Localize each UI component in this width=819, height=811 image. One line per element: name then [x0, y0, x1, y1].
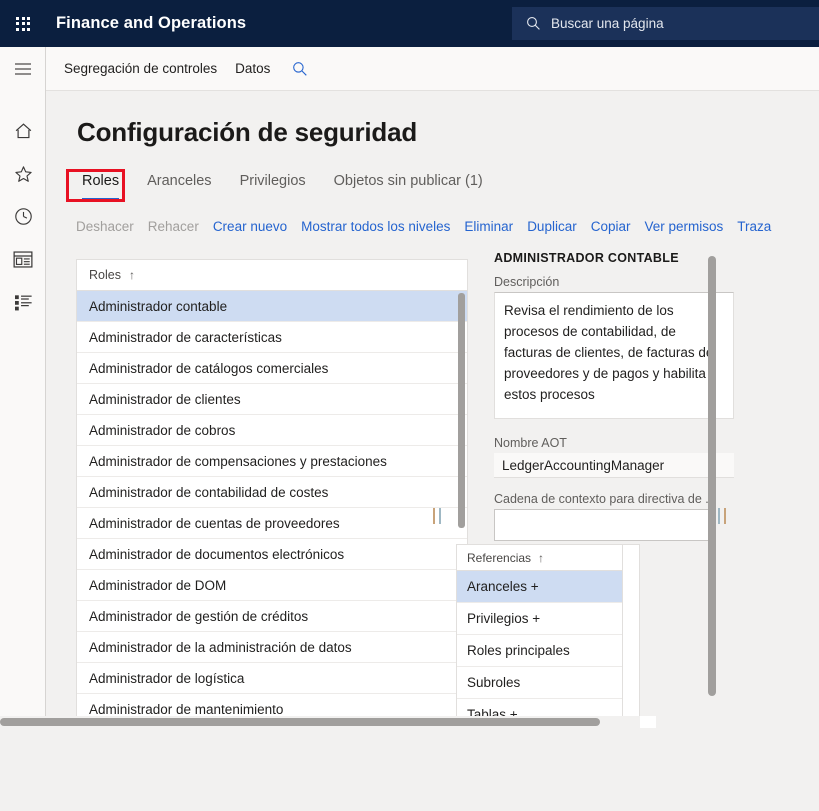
table-row[interactable]: Administrador de clientes: [77, 384, 467, 415]
cadena-contexto-field[interactable]: [494, 509, 716, 541]
app-launcher-grid: [16, 16, 30, 31]
table-row[interactable]: Administrador de cuentas de proveedores: [77, 508, 467, 539]
table-row[interactable]: Administrador de gestión de créditos: [77, 601, 467, 632]
toolbar-traza[interactable]: Traza: [737, 219, 771, 234]
tab-active-underline: [82, 197, 120, 200]
global-search-placeholder: Buscar una página: [551, 16, 664, 31]
tab-roles-label: Roles: [82, 173, 120, 189]
detail-pane-scrollbar[interactable]: [708, 256, 716, 696]
tab-objetos-sin-publicar[interactable]: Objetos sin publicar (1): [320, 170, 497, 192]
table-row[interactable]: Administrador de cobros: [77, 415, 467, 446]
table-row[interactable]: Administrador de compensaciones y presta…: [77, 446, 467, 477]
references-list-filler: [623, 544, 640, 720]
tab-objetos-sin-publicar-label: Objetos sin publicar (1): [333, 173, 483, 189]
clock-icon[interactable]: [0, 195, 46, 238]
app-launcher-icon[interactable]: [0, 0, 46, 47]
sort-ascending-icon: ↑: [128, 268, 135, 282]
rail-spacer: [0, 91, 45, 109]
tab-privilegios[interactable]: Privilegios: [226, 170, 320, 192]
references-list-header-label: Referencias: [467, 550, 532, 565]
roles-list-panel: Roles ↑ Administrador contable Administr…: [76, 259, 468, 719]
toolbar-mostrar-todos-los-niveles[interactable]: Mostrar todos los niveles: [301, 219, 450, 234]
toolbar-duplicar[interactable]: Duplicar: [527, 219, 577, 234]
table-row[interactable]: Administrador de contabilidad de costes: [77, 477, 467, 508]
star-icon[interactable]: [0, 152, 46, 195]
nav-item-segregacion-de-controles[interactable]: Segregación de controles: [64, 61, 217, 76]
page-content: Configuración de seguridad Roles Arancel…: [46, 91, 819, 728]
roles-list-scrollbar-thumb[interactable]: [458, 293, 465, 528]
tab-aranceles[interactable]: Aranceles: [133, 170, 225, 192]
left-pane-splitter-handle[interactable]: [433, 508, 441, 524]
roles-list-header[interactable]: Roles ↑: [77, 260, 467, 291]
app-bar: Finance and Operations Buscar una página: [0, 0, 819, 47]
secondary-nav: Segregación de controles Datos: [46, 47, 819, 91]
nav-search-icon[interactable]: [292, 61, 308, 77]
left-rail: [0, 47, 46, 728]
workspace-icon[interactable]: [0, 238, 46, 281]
table-row[interactable]: Administrador de DOM: [77, 570, 467, 601]
list-item[interactable]: Roles principales: [457, 635, 622, 667]
tab-strip: Roles Aranceles Privilegios Objetos sin …: [68, 170, 497, 204]
detail-pane-scrollbar-thumb[interactable]: [708, 256, 716, 696]
tab-aranceles-label: Aranceles: [147, 173, 212, 189]
toolbar-rehacer: Rehacer: [147, 218, 199, 234]
horizontal-scrollbar[interactable]: [0, 716, 819, 728]
roles-list-body: Administrador contable Administrador de …: [77, 291, 467, 719]
scrollbar-corner: [640, 716, 656, 728]
action-toolbar: Deshacer Rehacer Crear nuevo Mostrar tod…: [68, 213, 819, 239]
table-row[interactable]: Administrador de características: [77, 322, 467, 353]
global-search-input[interactable]: Buscar una página: [512, 7, 819, 40]
nombre-aot-field[interactable]: LedgerAccountingManager: [494, 453, 734, 478]
descripcion-field[interactable]: Revisa el rendimiento de los procesos de…: [494, 292, 734, 419]
search-icon: [526, 16, 541, 31]
table-row[interactable]: Administrador contable: [77, 291, 467, 322]
hamburger-menu-icon[interactable]: [0, 47, 46, 91]
app-title: Finance and Operations: [56, 14, 247, 32]
references-list-header[interactable]: Referencias ↑: [457, 545, 622, 571]
toolbar-crear-nuevo[interactable]: Crear nuevo: [213, 219, 287, 234]
toolbar-ver-permisos[interactable]: Ver permisos: [645, 219, 724, 234]
sort-ascending-icon: ↑: [538, 550, 545, 565]
table-row[interactable]: Administrador de logística: [77, 663, 467, 694]
toolbar-eliminar[interactable]: Eliminar: [464, 219, 513, 234]
table-row[interactable]: Administrador de catálogos comerciales: [77, 353, 467, 384]
page-title: Configuración de seguridad: [77, 117, 418, 147]
list-icon[interactable]: [0, 281, 46, 324]
roles-list-header-label: Roles: [89, 268, 121, 282]
list-item[interactable]: Aranceles +: [457, 571, 622, 603]
table-row[interactable]: Administrador de la administración de da…: [77, 632, 467, 663]
nav-item-datos[interactable]: Datos: [235, 61, 270, 76]
tab-roles[interactable]: Roles: [68, 170, 133, 200]
table-row[interactable]: Administrador de documentos electrónicos: [77, 539, 467, 570]
list-item[interactable]: Subroles: [457, 667, 622, 699]
references-list-panel: Referencias ↑ Aranceles + Privilegios + …: [456, 544, 623, 720]
home-icon[interactable]: [0, 109, 46, 152]
horizontal-scrollbar-thumb[interactable]: [0, 718, 600, 726]
list-item[interactable]: Privilegios +: [457, 603, 622, 635]
toolbar-copiar[interactable]: Copiar: [591, 219, 631, 234]
tab-privilegios-label: Privilegios: [239, 173, 306, 189]
toolbar-deshacer: Deshacer: [76, 218, 134, 234]
